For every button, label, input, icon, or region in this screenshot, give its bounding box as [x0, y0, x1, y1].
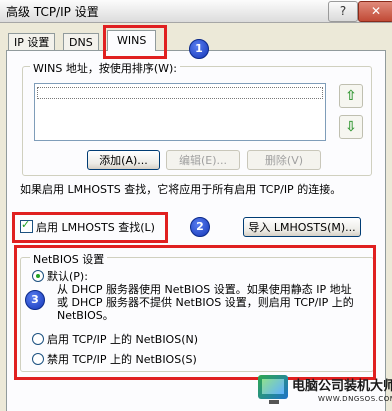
tab-dns[interactable]: DNS [63, 33, 99, 51]
title-bar: 高级 TCP/IP 设置 ? ✕ [0, 0, 392, 23]
tab-wins[interactable]: WINS [107, 30, 157, 51]
edit-button[interactable]: 编辑(E)... [166, 150, 240, 170]
annotation-box-netbios [14, 245, 376, 380]
window-title: 高级 TCP/IP 设置 [6, 5, 99, 19]
lmhosts-description: 如果启用 LMHOSTS 查找，它将应用于所有启用 TCP/IP 的连接。 [20, 183, 342, 196]
arrow-down-icon[interactable]: ⇩ [339, 115, 363, 139]
delete-button[interactable]: 删除(V) [247, 150, 321, 170]
close-button[interactable]: ✕ [358, 1, 392, 22]
wins-address-list[interactable] [34, 83, 326, 141]
annotation-marker-3: 3 [25, 290, 45, 310]
tab-ip-settings[interactable]: IP 设置 [8, 33, 56, 51]
monitor-icon [258, 375, 288, 399]
import-lmhosts-button[interactable]: 导入 LMHOSTS(M)... [243, 217, 361, 237]
annotation-marker-1: 1 [189, 39, 209, 59]
list-focus-row [37, 87, 323, 99]
arrow-up-icon[interactable]: ⇧ [339, 84, 363, 108]
add-button[interactable]: 添加(A)... [87, 150, 160, 170]
watermark-url: WWW.DNGSOS.COM [318, 395, 392, 403]
help-button[interactable]: ? [328, 1, 358, 22]
watermark-name: 电脑公司装机大师 [292, 379, 392, 394]
wins-group-label: WINS 地址，按使用排序(W): [30, 60, 180, 76]
watermark-logo: 电脑公司装机大师 WWW.DNGSOS.COM [258, 373, 392, 411]
annotation-marker-2: 2 [190, 217, 210, 237]
annotation-box-lmhosts [12, 212, 168, 243]
